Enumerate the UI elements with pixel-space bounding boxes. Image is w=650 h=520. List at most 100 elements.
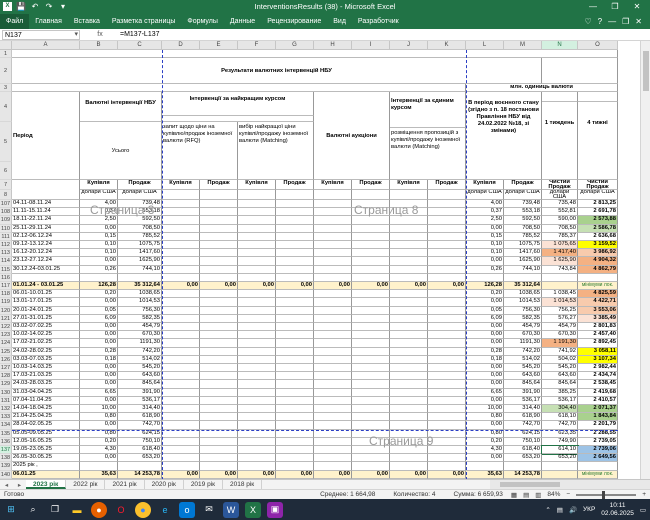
value-cell[interactable]: 576,27 (542, 314, 578, 323)
value-cell[interactable] (238, 388, 276, 397)
value-cell[interactable] (428, 372, 466, 381)
value-cell[interactable] (390, 249, 428, 258)
value-cell[interactable]: 0,00 (314, 470, 352, 479)
value-cell[interactable] (352, 265, 390, 274)
value-cell[interactable]: 10,00 (466, 405, 504, 414)
row-header[interactable]: 117 (0, 282, 12, 291)
period-cell[interactable] (12, 273, 80, 282)
value-cell[interactable] (314, 372, 352, 381)
header-spacer[interactable] (12, 50, 618, 58)
value-cell[interactable]: 0,05 (80, 306, 118, 315)
value-cell[interactable] (162, 224, 200, 233)
value-cell[interactable]: 35 312,64 (504, 282, 542, 291)
value-cell[interactable]: 4 862,79 (578, 265, 618, 274)
header-spacer[interactable] (578, 92, 618, 102)
task-view-icon[interactable]: ❐ (47, 502, 63, 518)
sheet-tab-2021[interactable]: 2021 рік (105, 480, 145, 489)
period-cell[interactable]: 13.01-17.01.25 (12, 298, 80, 307)
value-cell[interactable] (390, 200, 428, 209)
header-spacer[interactable] (542, 58, 618, 84)
sell-header[interactable]: Продаж (118, 180, 162, 190)
value-cell[interactable]: 785,52 (118, 232, 162, 241)
value-cell[interactable]: 670,30 (504, 331, 542, 340)
value-cell[interactable] (504, 273, 542, 282)
value-cell[interactable] (390, 208, 428, 217)
value-cell[interactable] (352, 437, 390, 446)
value-cell[interactable] (428, 396, 466, 405)
value-cell[interactable]: 2 538,45 (578, 380, 618, 389)
value-cell[interactable] (162, 249, 200, 258)
value-cell[interactable] (200, 216, 238, 225)
value-cell[interactable]: 0,10 (466, 241, 504, 250)
value-cell[interactable]: 0,15 (80, 232, 118, 241)
value-cell[interactable] (428, 355, 466, 364)
value-cell[interactable] (314, 208, 352, 217)
period-cell[interactable]: 21.04-25.04.25 (12, 413, 80, 422)
value-cell[interactable] (314, 323, 352, 332)
value-cell[interactable] (428, 421, 466, 430)
value-cell[interactable] (276, 314, 314, 323)
value-cell[interactable]: 1625,90 (504, 257, 542, 266)
value-cell[interactable]: 0,80 (466, 413, 504, 422)
currency-unit[interactable] (238, 190, 276, 200)
value-cell[interactable] (200, 200, 238, 209)
value-cell[interactable] (428, 241, 466, 250)
edge-icon[interactable]: e (157, 502, 173, 518)
value-cell[interactable]: 2 982,44 (578, 364, 618, 373)
value-cell[interactable] (390, 323, 428, 332)
value-cell[interactable] (428, 323, 466, 332)
value-cell[interactable] (200, 339, 238, 348)
value-cell[interactable]: 0,00 (466, 372, 504, 381)
value-cell[interactable] (200, 364, 238, 373)
row-header[interactable]: 112 (0, 241, 12, 250)
value-cell[interactable] (390, 429, 428, 438)
name-box[interactable]: N137 (2, 29, 80, 40)
value-cell[interactable] (162, 454, 200, 463)
value-cell[interactable] (352, 454, 390, 463)
value-cell[interactable] (276, 380, 314, 389)
value-cell[interactable] (200, 454, 238, 463)
value-cell[interactable] (314, 429, 352, 438)
value-cell[interactable]: 1038,65 (118, 290, 162, 299)
value-cell[interactable] (200, 314, 238, 323)
value-cell[interactable]: 739,48 (118, 200, 162, 209)
row-header[interactable]: 119 (0, 298, 12, 307)
value-cell[interactable] (314, 200, 352, 209)
value-cell[interactable]: 0,00 (466, 454, 504, 463)
row-header[interactable]: 111 (0, 232, 12, 241)
value-cell[interactable] (390, 232, 428, 241)
column-header-j[interactable]: J (390, 41, 428, 50)
value-cell[interactable] (314, 249, 352, 258)
volume-icon[interactable]: 🔊 (569, 506, 577, 514)
value-cell[interactable] (238, 273, 276, 282)
currency-unit[interactable] (314, 190, 352, 200)
value-cell[interactable] (428, 437, 466, 446)
period-cell[interactable]: 06.01.25 (12, 470, 80, 479)
value-cell[interactable] (276, 388, 314, 397)
value-cell[interactable] (162, 396, 200, 405)
value-cell[interactable] (428, 306, 466, 315)
value-cell[interactable] (276, 249, 314, 258)
column-header-n[interactable]: N (542, 41, 578, 50)
opera-icon[interactable]: O (113, 502, 129, 518)
value-cell[interactable] (390, 372, 428, 381)
value-cell[interactable]: 750,10 (504, 437, 542, 446)
value-cell[interactable] (390, 396, 428, 405)
row-header[interactable]: 108 (0, 208, 12, 217)
value-cell[interactable] (314, 380, 352, 389)
value-cell[interactable]: 1191,30 (118, 339, 162, 348)
value-cell[interactable]: 0,20 (80, 437, 118, 446)
period-cell[interactable]: 24.03-28.03.25 (12, 380, 80, 389)
value-cell[interactable]: 1075,75 (504, 241, 542, 250)
value-cell[interactable]: 0,37 (466, 208, 504, 217)
value-cell[interactable] (390, 446, 428, 455)
value-cell[interactable]: 0,00 (80, 380, 118, 389)
value-cell[interactable] (352, 257, 390, 266)
currency-unit[interactable]: долари США (542, 190, 578, 200)
single-rate-header[interactable]: Інтервенції за єдиним курсом (390, 92, 466, 128)
value-cell[interactable]: 845,64 (118, 380, 162, 389)
value-cell[interactable]: 643,60 (118, 372, 162, 381)
value-cell[interactable]: 4 422,71 (578, 298, 618, 307)
value-cell[interactable]: 0,00 (238, 282, 276, 291)
value-cell[interactable] (276, 429, 314, 438)
